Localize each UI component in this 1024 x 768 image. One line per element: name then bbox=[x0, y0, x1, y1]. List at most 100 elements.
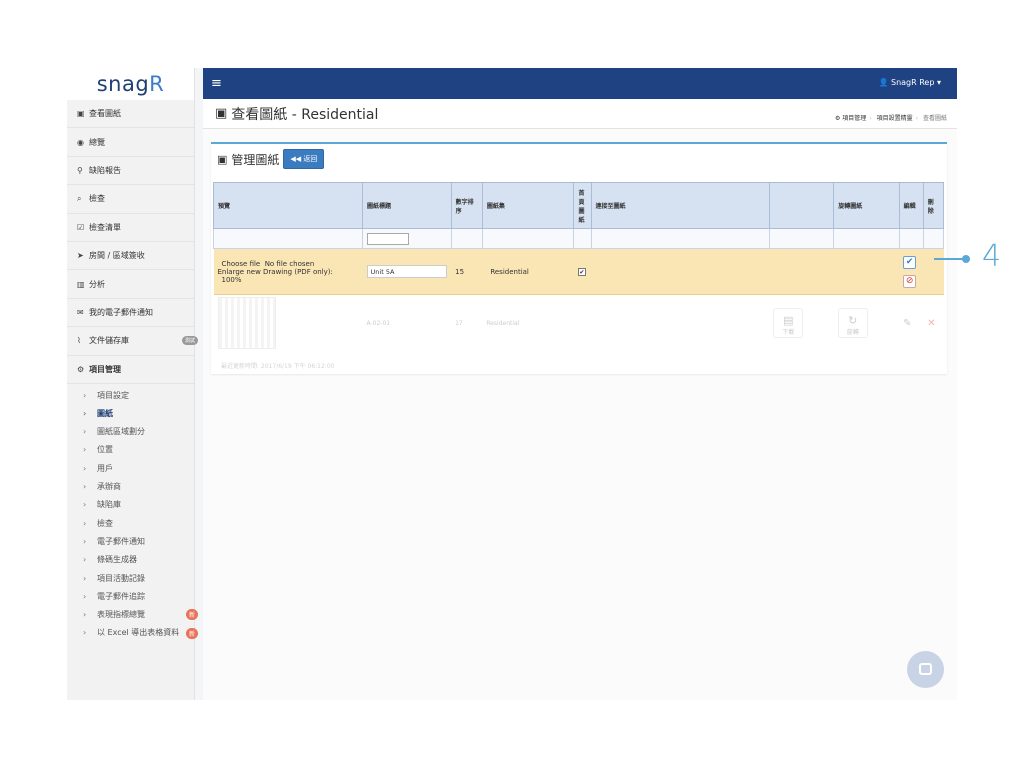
page-title: 查看圖紙 - Residential bbox=[231, 106, 379, 123]
sidebar-subitem-excel-export[interactable]: › 以 Excel 導出表格資料新 bbox=[67, 624, 198, 642]
rotate-label: 旋轉 bbox=[846, 329, 859, 336]
chevron-right-icon: › bbox=[83, 445, 87, 455]
link-cell bbox=[591, 248, 770, 295]
home-drawing-checkbox[interactable]: ✔ bbox=[577, 267, 586, 276]
chevron-right-icon: › bbox=[83, 536, 87, 546]
order-cell: 17 bbox=[455, 319, 463, 327]
filter-cell bbox=[768, 228, 835, 249]
sidebar-subitem-email-notifications[interactable]: › 電子郵件通知 bbox=[67, 532, 194, 550]
col-drawing-title[interactable]: 圖紙標題 bbox=[362, 182, 452, 229]
subitem-label: 表現指標總覽 bbox=[97, 610, 145, 620]
sidebar-item-label: 房間 / 區域簽收 bbox=[89, 251, 145, 261]
sidebar-item-drawings[interactable]: ▣ 查看圖紙 bbox=[67, 100, 194, 129]
order-value[interactable]: 15 bbox=[455, 268, 464, 276]
sidebar-subitem-defect-library[interactable]: › 缺陷庫 bbox=[67, 496, 194, 514]
sidebar: snagR ▣ 查看圖紙 ◉ 總覽 ⚲ 缺陷報告 ⌕ 檢查 ☑ 檢查清單 ➤ 房間 / 區域… bbox=[67, 68, 198, 700]
subitem-label: 檢查 bbox=[97, 518, 113, 528]
sidebar-item-inspection[interactable]: ⌕ 檢查 bbox=[67, 185, 194, 214]
col-rotate[interactable]: 旋轉圖紙 bbox=[833, 182, 900, 229]
col-link-to-drawing[interactable]: 連接至圖紙 bbox=[590, 182, 770, 229]
rotate-button[interactable]: ↻ 旋轉 bbox=[837, 308, 868, 338]
manage-drawings-panel: ▣ 管理圖紙 ◀◀ 返回 預覽 圖紙標題 數字排序 圖紙集 首頁圖紙 連接至圖紙… bbox=[211, 142, 947, 374]
sidebar-subitem-email-tracking[interactable]: › 電子郵件追踪 bbox=[67, 587, 194, 605]
col-drawing-set[interactable]: 圖紙集 bbox=[481, 182, 575, 229]
drawings-table: 預覽 圖紙標題 數字排序 圖紙集 首頁圖紙 連接至圖紙 旋轉圖紙 編輯 刪除 C… bbox=[212, 182, 945, 352]
sidebar-item-overview[interactable]: ◉ 總覽 bbox=[67, 128, 194, 157]
chevron-right-icon: › bbox=[83, 500, 87, 510]
filter-cell bbox=[590, 228, 770, 249]
menu-toggle-icon[interactable]: ≡ bbox=[211, 76, 222, 91]
new-badge: 新 bbox=[185, 609, 198, 621]
pencil-icon[interactable]: ✎ bbox=[903, 318, 911, 329]
chevron-right-icon: › bbox=[83, 610, 87, 620]
checkbox-icon: ☑ bbox=[77, 222, 85, 232]
dashboard-icon: ◉ bbox=[77, 137, 84, 147]
chevron-right-icon: › bbox=[83, 518, 87, 528]
download-button[interactable]: ▤ 下載 bbox=[773, 308, 804, 338]
sidebar-subitem-locations[interactable]: › 位置 bbox=[67, 441, 194, 459]
choose-file-button[interactable]: Choose file bbox=[222, 260, 261, 268]
envelope-icon: ✉ bbox=[77, 307, 84, 317]
subitem-label: 電子郵件追踪 bbox=[97, 591, 145, 601]
title-cell: Unit 5A bbox=[362, 248, 452, 295]
preview-cell bbox=[214, 295, 363, 352]
sidebar-item-project-management[interactable]: ⚙ 項目管理 bbox=[67, 356, 194, 384]
col-download bbox=[768, 182, 835, 229]
col-order[interactable]: 數字排序 bbox=[450, 182, 483, 229]
sidebar-subitem-inspections[interactable]: › 檢查 bbox=[67, 514, 194, 532]
main-content: ▣ 查看圖紙 - Residential ⚙ 項目管理 › 項目設置精靈 › 查看圖… bbox=[203, 99, 957, 700]
sidebar-item-label: 分析 bbox=[89, 279, 105, 289]
col-home-drawing[interactable]: 首頁圖紙 bbox=[573, 182, 592, 229]
rotate-cell: ↻ 旋轉 bbox=[834, 295, 899, 352]
image-icon: ▣ bbox=[77, 109, 85, 119]
sidebar-subitem-contractors[interactable]: › 承辦商 bbox=[67, 477, 194, 495]
drawing-title-input[interactable]: Unit 5A bbox=[366, 265, 447, 278]
top-navbar: ≡ 👤 SnagR Rep ▾ bbox=[203, 68, 957, 99]
order-cell: 15 bbox=[451, 248, 483, 295]
delete-icon[interactable]: ✕ bbox=[927, 318, 935, 329]
sidebar-item-analysis[interactable]: ▥ 分析 bbox=[67, 270, 194, 299]
sidebar-subitem-drawings[interactable]: › 圖紙 bbox=[67, 404, 194, 422]
sidebar-subitem-activity-log[interactable]: › 項目活動記錄 bbox=[67, 569, 194, 587]
sidebar-item-defects[interactable]: ⚲ 缺陷報告 bbox=[67, 157, 194, 186]
location-arrow-icon: ➤ bbox=[77, 251, 84, 261]
filter-cell bbox=[212, 228, 364, 249]
new-badge: 新 bbox=[185, 627, 198, 639]
filter-cell bbox=[833, 228, 900, 249]
back-button[interactable]: ◀◀ 返回 bbox=[283, 149, 325, 169]
filter-cell bbox=[481, 228, 575, 249]
col-preview[interactable]: 預覽 bbox=[212, 182, 364, 229]
user-menu[interactable]: 👤 SnagR Rep ▾ bbox=[878, 78, 941, 87]
enlarge-value[interactable]: 100% bbox=[218, 276, 359, 284]
sidebar-item-documents[interactable]: ⌇ 文件儲存庫 測試 bbox=[67, 327, 198, 356]
save-check-button[interactable]: ✔ bbox=[903, 255, 917, 269]
download-cell bbox=[769, 248, 834, 295]
enlarge-label: Enlarge new Drawing (PDF only): bbox=[217, 267, 333, 276]
drawing-thumbnail[interactable] bbox=[217, 297, 276, 349]
chevron-right-icon: › bbox=[83, 628, 87, 638]
chevron-right-icon: › bbox=[83, 555, 87, 565]
breadcrumb-item[interactable]: 項目設置精靈 bbox=[877, 115, 913, 122]
set-cell: Residential bbox=[486, 319, 520, 327]
callout-line bbox=[934, 258, 964, 260]
drawing-set-value[interactable]: Residential bbox=[486, 268, 529, 276]
chat-launcher-button[interactable] bbox=[907, 651, 944, 688]
sidebar-item-checklist[interactable]: ☑ 檢查清單 bbox=[67, 214, 194, 242]
sidebar-item-label: 項目管理 bbox=[89, 364, 121, 374]
sidebar-subitem-project-settings[interactable]: › 項目設定 bbox=[67, 386, 194, 404]
cancel-button[interactable]: ⊘ bbox=[903, 274, 917, 288]
sidebar-item-notifications[interactable]: ✉ 我的電子郵件通知 bbox=[67, 299, 194, 328]
breadcrumb-item[interactable]: 項目管理 bbox=[842, 115, 866, 122]
sidebar-item-label: 文件儲存庫 bbox=[89, 336, 129, 346]
title-filter-input[interactable] bbox=[367, 232, 410, 245]
project-management-submenu: › 項目設定 › 圖紙 › 圖紙區域劃分 › 位置 › 用戶 › 承辦商 › 缺陷庫 › 檢查 … bbox=[67, 384, 198, 642]
sidebar-subitem-users[interactable]: › 用戶 bbox=[67, 459, 194, 477]
sidebar-item-signoff[interactable]: ➤ 房間 / 區域簽收 bbox=[67, 242, 194, 271]
back-button-label: 返回 bbox=[303, 155, 318, 163]
sidebar-subitem-kpi-overview[interactable]: › 表現指標總覽 新 bbox=[67, 605, 198, 623]
snagr-logo[interactable]: snagR bbox=[67, 68, 194, 100]
sidebar-subitem-drawing-areas[interactable]: › 圖紙區域劃分 bbox=[67, 423, 194, 441]
last-updated-text: 最近更新時間: 2017/6/19 下午 06:12:00 bbox=[221, 363, 335, 370]
sidebar-subitem-barcode-generator[interactable]: › 條碼生成器 bbox=[67, 551, 194, 569]
filter-cell bbox=[362, 228, 452, 249]
